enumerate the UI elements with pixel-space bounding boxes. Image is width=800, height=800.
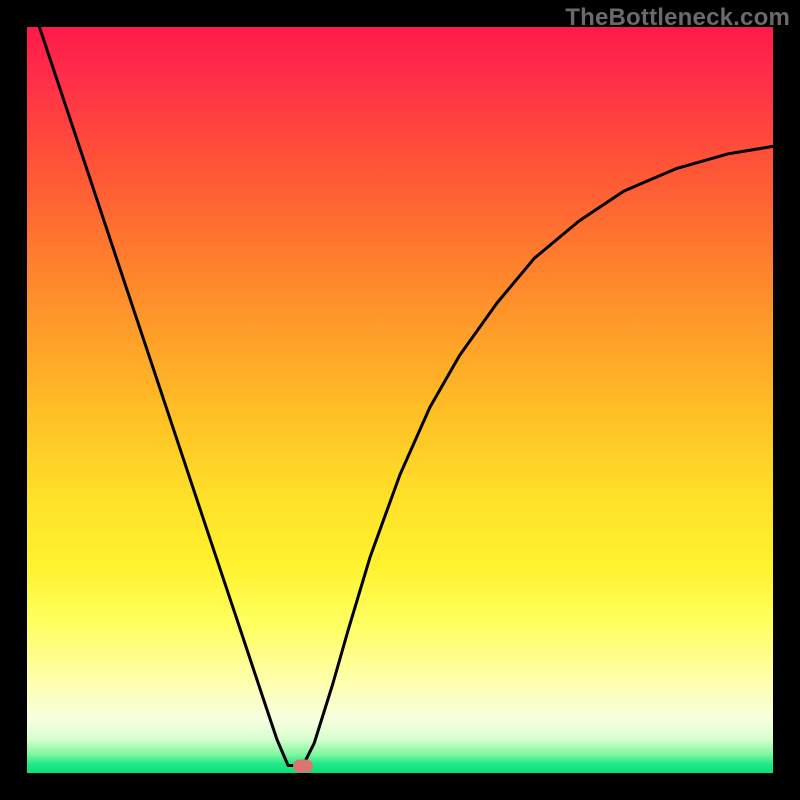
minimum-marker xyxy=(293,759,313,772)
chart-frame: TheBottleneck.com xyxy=(0,0,800,800)
curve-path xyxy=(27,27,773,765)
curve-svg xyxy=(27,27,773,773)
plot-area xyxy=(27,27,773,773)
watermark-text: TheBottleneck.com xyxy=(565,4,790,32)
